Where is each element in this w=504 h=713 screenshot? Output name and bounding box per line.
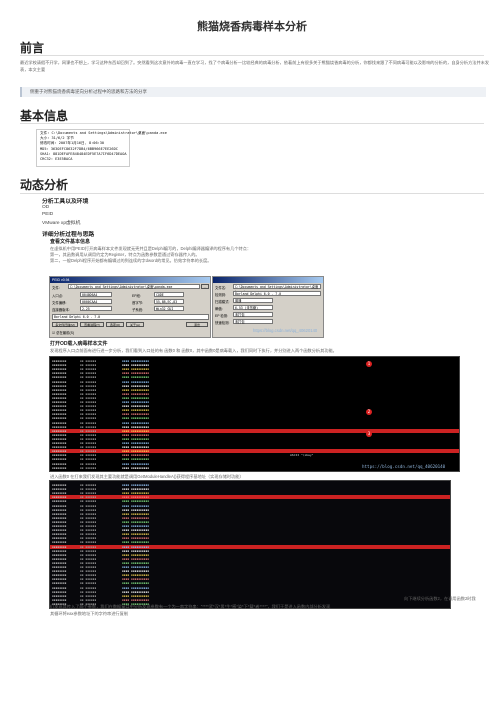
stay-on-top-checkbox[interactable]: ☑ 总在最前(S) bbox=[52, 330, 74, 335]
ollydbg-disassembly-1: https://blog.csdn.net/qq_40620140 ASCII … bbox=[49, 356, 460, 472]
quote-text: 侧重于对熊猫烧香病毒逆向分析过程中的思路和方法的分享 bbox=[30, 89, 147, 94]
field-label: 文件偏移: bbox=[52, 301, 67, 305]
options-button[interactable]: 选项(O) bbox=[106, 322, 124, 327]
entry-point-field[interactable]: 0040D6A4 bbox=[80, 292, 112, 297]
field-label: EP 检测: bbox=[215, 314, 229, 318]
heading-basic-info: 基本信息 bbox=[20, 109, 69, 123]
field-label: 扫描模式: bbox=[215, 300, 230, 304]
divider bbox=[20, 55, 484, 56]
file-info-code: 文件: C:\Documents and Settings\Administra… bbox=[36, 129, 167, 167]
peid-details-window: 文件名: C:\Documents and Settings\Administr… bbox=[212, 276, 324, 338]
about-button[interactable]: 关于(A) bbox=[126, 322, 144, 327]
checkbox-label: 总在最前(S) bbox=[55, 331, 75, 335]
fast-check-field[interactable]: 未打包 bbox=[233, 319, 273, 324]
divider bbox=[20, 123, 484, 124]
window-titlebar: PEiD v0.94 bbox=[50, 277, 210, 283]
field-label: 快速检测: bbox=[215, 321, 230, 325]
tool-item: PEID bbox=[42, 212, 54, 217]
heading-tools: 分析工具以及环境 bbox=[42, 199, 89, 205]
field-label: 熵值: bbox=[215, 307, 223, 311]
field-label: 子系统: bbox=[132, 308, 144, 312]
heading-dynamic: 动态分析 bbox=[20, 178, 69, 192]
detected-field[interactable]: Borland Delphi 6.0 - 7.0 bbox=[233, 291, 321, 296]
window-titlebar bbox=[213, 277, 323, 283]
file-path-field[interactable]: C:\Documents and Settings\Administrator\… bbox=[68, 284, 200, 289]
field-label: EP段: bbox=[132, 294, 141, 298]
annotation-marker: 1 bbox=[366, 361, 372, 367]
field-label: 检测到: bbox=[215, 293, 227, 297]
paragraph-func2-cont: 们发现其传入了两个参数，我们在数据窗口中分析发现参数有一个为一串字符串："***… bbox=[50, 604, 331, 609]
subsystem-field[interactable]: Win32 GUI bbox=[154, 306, 184, 311]
watermark: https://blog.csdn.net/qq_40620140 bbox=[253, 328, 318, 333]
heading-detail: 详细分析过程与思路 bbox=[42, 232, 95, 238]
code-line: CRC32: E3E5BACA bbox=[40, 157, 73, 162]
page-title: 熊猫烧香病毒样本分析 bbox=[197, 21, 307, 33]
browse-button[interactable]: … bbox=[201, 284, 209, 289]
disasm-instruction: ▪▪▪▪ ▪▪▪▪▪▪▪▪▪▪ bbox=[122, 465, 150, 470]
first-bytes-field[interactable]: 55,8B,EC,83 bbox=[154, 299, 184, 304]
task-viewer-button[interactable]: 查看进程(T) bbox=[80, 322, 104, 327]
heading-od: 打开OD载入病毒样本文件 bbox=[50, 341, 108, 347]
preface-quote: 侧重于对熊猫烧香病毒逆向分析过程中的思路和方法的分享 bbox=[20, 87, 486, 97]
multi-scan-button[interactable]: 多文件扫描(M) bbox=[52, 322, 78, 327]
check-line: 第二，一般Delphi程序开始都有编辑过的到连续的字dword的常见。仿效字符串… bbox=[50, 258, 212, 263]
divider bbox=[20, 193, 484, 194]
field-label: 文件: bbox=[52, 286, 60, 290]
heading-preface: 前言 bbox=[20, 41, 45, 55]
file-offset-field[interactable]: 0000CAA4 bbox=[80, 299, 112, 304]
ollydbg-disassembly-2: ▪▪▪▪▪▪▪▪ ▪▪ ▪▪▪▪▪▪ ▪▪▪▪ ▪▪▪▪▪▪▪▪▪▪ ▪▪▪▪▪▪▪▪… bbox=[49, 480, 451, 609]
od-paragraph: 发现程序入口点前面有进行进一步分析，我们看到入口处的有 函数0 和 函数0，其中… bbox=[50, 348, 337, 353]
paragraph-func2-end: 其循环将eax参数地址下的字符串进行复制 bbox=[50, 611, 128, 616]
field-label: 首字节: bbox=[132, 301, 144, 305]
field-label: 连接器版本: bbox=[52, 308, 70, 312]
detection-result-field[interactable]: Borland Delphi 6.0 - 7.0 bbox=[52, 314, 209, 320]
ep-section-field[interactable]: CODE bbox=[154, 292, 184, 297]
disasm-address: ▪▪▪▪▪▪▪▪ bbox=[52, 465, 67, 470]
entropy-field[interactable]: 6.53 (未压缩) bbox=[233, 305, 273, 310]
scan-mode-field[interactable]: 普通 bbox=[233, 298, 273, 303]
file-name-field[interactable]: C:\Documents and Settings\Administrator\… bbox=[233, 284, 321, 294]
ep-check-field[interactable]: 未打包 bbox=[233, 312, 273, 317]
tool-item: VMware xp虚拟机 bbox=[42, 221, 81, 226]
peid-main-window: PEiD v0.94 文件: C:\Documents and Settings… bbox=[49, 276, 211, 338]
disasm-bytes: ▪▪ ▪▪▪▪▪▪ bbox=[80, 465, 97, 470]
linker-field[interactable]: 2.25 bbox=[80, 306, 112, 311]
disasm-row[interactable]: ▪▪▪▪▪▪▪▪ ▪▪ ▪▪▪▪▪▪ ▪▪▪▪ ▪▪▪▪▪▪▪▪▪▪ bbox=[50, 466, 459, 470]
tool-item: OD bbox=[42, 205, 50, 210]
annotation-marker: 3 bbox=[366, 431, 372, 437]
paragraph-func1: 进入函数0 在打来我们发现其主要功能就是调用GetModuleHandleA()… bbox=[50, 474, 244, 479]
exit-button[interactable]: 退出 bbox=[186, 322, 208, 327]
field-label: 入口点: bbox=[52, 294, 64, 298]
paragraph-func2: 向下继续分析函数2，在调用函数2时我 bbox=[404, 596, 476, 601]
field-label: 文件名: bbox=[215, 286, 227, 290]
annotation-marker: 2 bbox=[366, 409, 372, 415]
heading-check: 查看文件基本信息 bbox=[50, 239, 91, 245]
preface-paragraph: 最近学校请假不开学，网课也不想上，学习这种东西却回到了。突然看到这次意外的病毒一… bbox=[20, 60, 490, 72]
